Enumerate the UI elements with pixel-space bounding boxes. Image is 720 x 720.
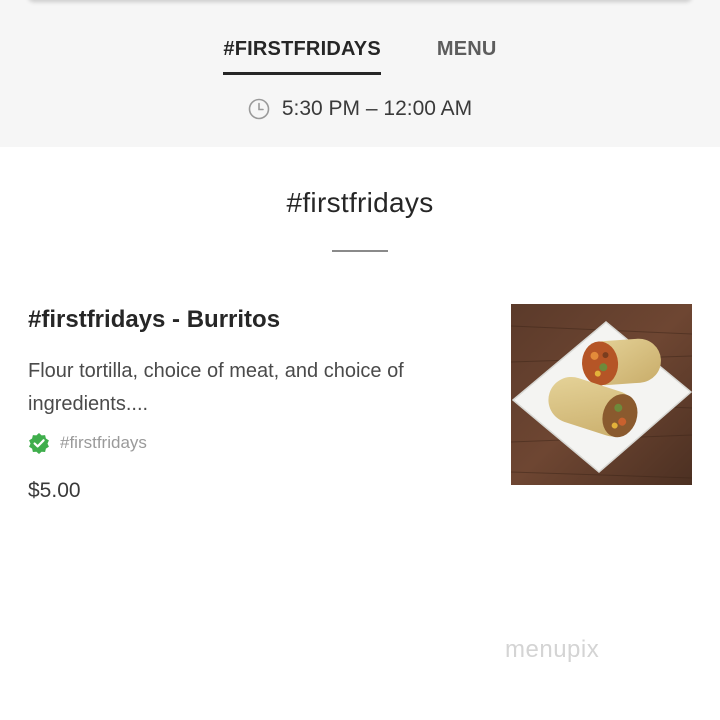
tab-firstfridays[interactable]: #FIRSTFRIDAYS [223, 38, 381, 75]
badge-label: #firstfridays [60, 433, 147, 452]
menu-item-name[interactable]: #firstfridays - Burritos [28, 306, 280, 334]
hours-row: 5:30 PM – 12:00 AM [0, 97, 720, 121]
watermark: menupix [505, 636, 600, 663]
verified-check-icon [29, 433, 49, 454]
section-title: #firstfridays [286, 187, 434, 218]
tab-menu[interactable]: MENU [437, 38, 497, 75]
hours-text: 5:30 PM – 12:00 AM [281, 97, 473, 120]
clock-icon [248, 98, 270, 120]
menu-item-price: $5.00 [28, 479, 81, 502]
menu-item-badge: #firstfridays [28, 432, 147, 454]
tab-bar: #FIRSTFRIDAYS MENU [0, 38, 720, 75]
menu-item-description: Flour tortilla, choice of meat, and choi… [28, 360, 404, 415]
burrito-photo[interactable] [511, 304, 692, 485]
section-divider [332, 250, 388, 252]
